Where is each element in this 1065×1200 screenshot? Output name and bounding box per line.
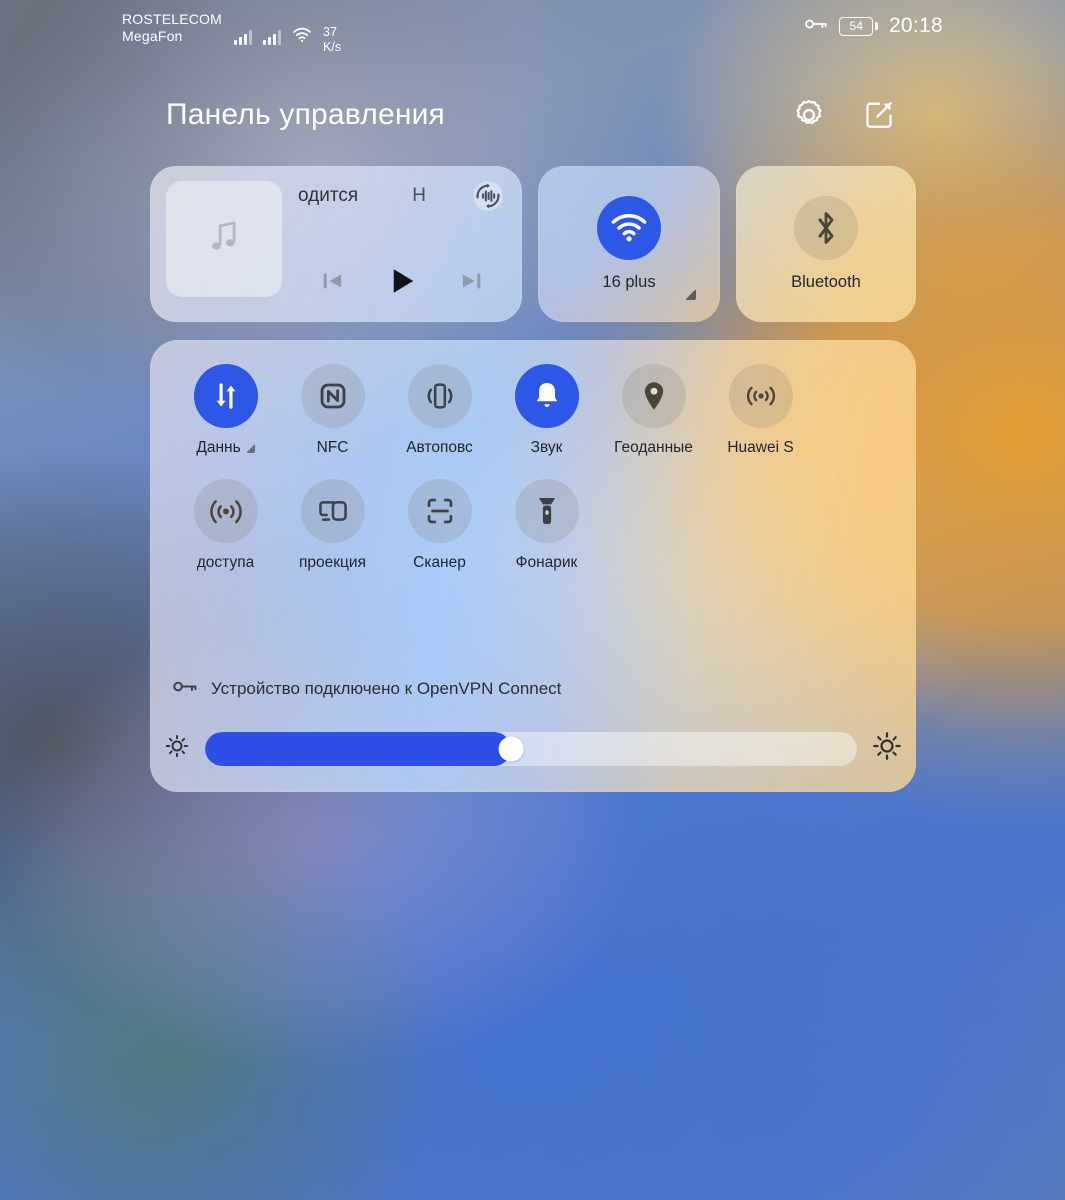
location-pin-icon bbox=[621, 364, 686, 428]
brightness-slider-thumb[interactable] bbox=[498, 736, 524, 761]
vpn-notice[interactable]: Устройство подключено к OpenVPN Connect bbox=[172, 678, 561, 700]
audio-output-switch-icon[interactable] bbox=[470, 181, 506, 211]
battery-cap bbox=[874, 22, 878, 30]
status-bar: ROSTELECOM MegaFon 37 K/s 54 20:18 bbox=[0, 0, 1065, 56]
hotspot-icon bbox=[193, 479, 258, 543]
brightness-slider-row bbox=[164, 731, 902, 766]
wifi-icon bbox=[292, 27, 312, 47]
toggle-projection[interactable]: проекция bbox=[279, 479, 386, 572]
media-transport-controls bbox=[298, 259, 506, 303]
toggle-label: NFC bbox=[316, 439, 349, 456]
key-icon bbox=[804, 16, 828, 36]
network-speed: 37 K/s bbox=[323, 25, 341, 55]
bluetooth-icon[interactable] bbox=[794, 196, 858, 260]
page-title: Панель управления bbox=[166, 98, 445, 131]
signal-bars-icon bbox=[234, 29, 253, 45]
flashlight-icon bbox=[514, 479, 579, 543]
control-panel-header: Панель управления bbox=[166, 95, 899, 135]
toggle-hotspot[interactable]: доступа bbox=[172, 479, 279, 572]
projection-icon bbox=[300, 479, 365, 543]
toggle-label: Фонарик bbox=[515, 554, 578, 571]
brightness-slider-fill bbox=[205, 731, 512, 766]
header-actions bbox=[789, 95, 899, 135]
wifi-icon[interactable] bbox=[597, 196, 661, 260]
toggle-label: Даннь bbox=[196, 439, 255, 457]
media-card-content: одится Н bbox=[150, 166, 522, 322]
skip-next-icon[interactable] bbox=[449, 259, 493, 303]
network-speed-value: 37 bbox=[323, 25, 337, 39]
bell-icon bbox=[514, 364, 579, 428]
album-art[interactable] bbox=[166, 181, 282, 297]
vpn-notice-text: Устройство подключено к OpenVPN Connect bbox=[211, 679, 562, 698]
huawei-share-icon bbox=[728, 364, 793, 428]
media-info-and-controls: одится Н bbox=[298, 181, 506, 307]
wifi-tile[interactable]: 16 plus bbox=[538, 166, 720, 322]
toggle-mobile-data[interactable]: Даннь bbox=[172, 364, 279, 457]
status-bar-signal-icons: 37 K/s bbox=[234, 20, 341, 55]
brightness-slider[interactable] bbox=[205, 731, 857, 766]
toggle-sound[interactable]: Звук bbox=[493, 364, 600, 457]
brightness-low-icon bbox=[164, 733, 190, 764]
toggle-huawei-share[interactable]: Huawei S bbox=[707, 364, 814, 457]
clock: 20:18 bbox=[888, 14, 943, 37]
music-note-icon bbox=[207, 218, 241, 261]
track-title: одится bbox=[298, 185, 359, 206]
toggle-label: Huawei S bbox=[727, 439, 794, 456]
wifi-tile-label: 16 plus bbox=[602, 273, 656, 291]
toggle-label: доступа bbox=[196, 554, 255, 571]
toggle-label: Звук bbox=[530, 439, 563, 456]
quick-settings-panel: Даннь NFC Автоповс Звук Геоданные Huawei… bbox=[150, 340, 916, 792]
battery-indicator: 54 bbox=[839, 16, 878, 36]
skip-previous-icon[interactable] bbox=[311, 259, 355, 303]
status-bar-left: ROSTELECOM MegaFon 37 K/s bbox=[122, 11, 341, 55]
auto-rotate-icon bbox=[407, 364, 472, 428]
status-bar-right: 54 20:18 bbox=[804, 14, 943, 38]
network-speed-unit: K/s bbox=[323, 39, 342, 54]
battery-percent: 54 bbox=[839, 16, 874, 36]
gear-icon[interactable] bbox=[789, 95, 829, 135]
carrier-names: ROSTELECOM MegaFon bbox=[122, 11, 222, 45]
toggle-auto-rotate[interactable]: Автоповс bbox=[386, 364, 493, 457]
wifi-expand-arrow-icon[interactable] bbox=[685, 289, 696, 300]
track-title-secondary: Н bbox=[412, 185, 426, 206]
signal-bars-icon bbox=[263, 29, 282, 45]
mobile-data-expand-arrow-icon[interactable] bbox=[245, 444, 255, 453]
nfc-icon bbox=[300, 364, 365, 428]
key-icon bbox=[172, 678, 198, 700]
toggle-label: Геоданные bbox=[614, 439, 693, 456]
edit-square-icon[interactable] bbox=[859, 95, 899, 135]
toggle-label: Сканер bbox=[413, 554, 466, 571]
track-row: одится Н bbox=[298, 181, 506, 211]
scanner-icon bbox=[407, 479, 472, 543]
toggle-label: Автоповс bbox=[406, 439, 473, 456]
toggle-label: проекция bbox=[299, 554, 366, 571]
toggle-flashlight[interactable]: Фонарик bbox=[493, 479, 600, 572]
toggle-scanner[interactable]: Сканер bbox=[386, 479, 493, 572]
bluetooth-tile-label: Bluetooth bbox=[791, 273, 861, 291]
mobile-data-icon bbox=[193, 364, 258, 428]
bluetooth-tile-content: Bluetooth bbox=[736, 166, 916, 322]
carrier-primary: ROSTELECOM bbox=[122, 11, 223, 27]
brightness-high-icon bbox=[872, 731, 902, 766]
wifi-tile-content: 16 plus bbox=[538, 166, 720, 322]
toggle-location[interactable]: Геоданные bbox=[600, 364, 707, 457]
toggle-grid: Даннь NFC Автоповс Звук Геоданные Huawei… bbox=[172, 364, 894, 594]
bluetooth-tile[interactable]: Bluetooth bbox=[736, 166, 916, 322]
media-player-card[interactable]: одится Н bbox=[150, 166, 522, 322]
play-icon[interactable] bbox=[380, 259, 424, 303]
carrier-secondary: MegaFon bbox=[122, 28, 183, 45]
toggle-nfc[interactable]: NFC bbox=[279, 364, 386, 457]
panel-content: Даннь NFC Автоповс Звук Геоданные Huawei… bbox=[150, 340, 916, 792]
